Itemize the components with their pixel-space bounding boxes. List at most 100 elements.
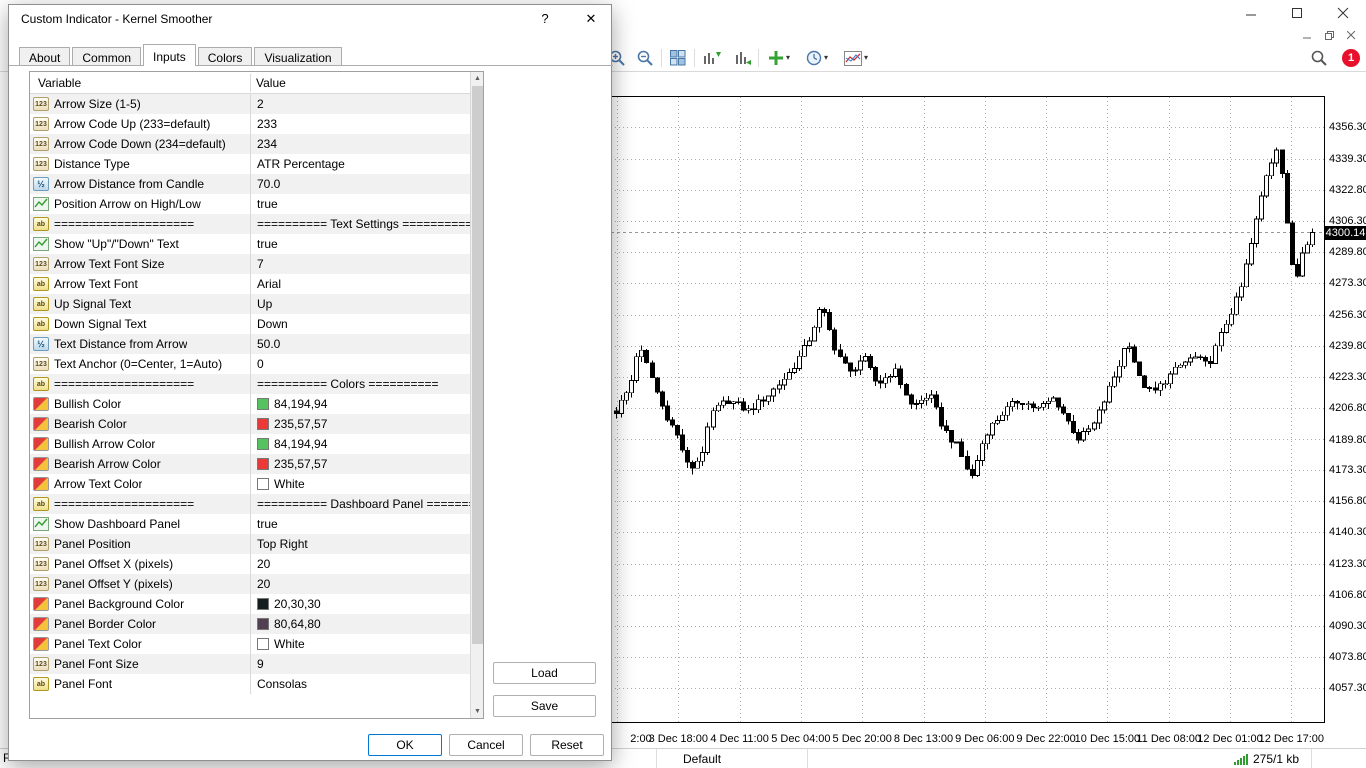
tab-inputs[interactable]: Inputs	[143, 44, 196, 66]
vertical-scrollbar[interactable]: ▲ ▼	[470, 72, 483, 718]
value-text: Top Right	[257, 537, 308, 551]
tab-about[interactable]: About	[19, 47, 71, 66]
variable-value[interactable]: Down	[250, 314, 470, 334]
variable-value[interactable]: Up	[250, 294, 470, 314]
dialog-titlebar[interactable]: Custom Indicator - Kernel Smoother	[9, 5, 611, 33]
table-row[interactable]: Show Dashboard Panel true	[30, 514, 470, 534]
table-row[interactable]: Panel Text Color White	[30, 634, 470, 654]
variable-value[interactable]: ATR Percentage	[250, 154, 470, 174]
table-row[interactable]: 123 Panel Position Top Right	[30, 534, 470, 554]
table-row[interactable]: 123 Arrow Code Up (233=default) 233	[30, 114, 470, 134]
variable-value[interactable]: Consolas	[250, 674, 470, 694]
variable-value[interactable]: 0	[250, 354, 470, 374]
variable-value[interactable]: true	[250, 194, 470, 214]
variable-name: Panel Font	[54, 677, 113, 691]
variable-value[interactable]: ========== Dashboard Panel ==========	[250, 494, 470, 514]
variable-name: ====================	[54, 497, 195, 511]
table-row[interactable]: 123 Arrow Text Font Size 7	[30, 254, 470, 274]
table-row[interactable]: 123 Text Anchor (0=Center, 1=Auto) 0	[30, 354, 470, 374]
variable-value[interactable]: true	[250, 514, 470, 534]
table-row[interactable]: ab ==================== ========== Dashboa…	[30, 494, 470, 514]
table-row[interactable]: ab Up Signal Text Up	[30, 294, 470, 314]
chart-restore-button[interactable]	[1320, 28, 1338, 43]
table-row[interactable]: Panel Border Color 80,64,80	[30, 614, 470, 634]
scroll-down-arrow-icon[interactable]: ▼	[471, 705, 483, 718]
variable-value[interactable]: ========== Colors ==========	[250, 374, 470, 394]
templates-button[interactable]: ▾	[838, 46, 874, 70]
variable-value[interactable]: 235,57,57	[250, 454, 470, 474]
scrollbar-thumb[interactable]	[472, 86, 483, 644]
table-row[interactable]: 123 Arrow Size (1-5) 2	[30, 94, 470, 114]
variable-value[interactable]: 84,194,94	[250, 434, 470, 454]
variable-value[interactable]: 9	[250, 654, 470, 674]
table-row[interactable]: ab Down Signal Text Down	[30, 314, 470, 334]
tab-colors[interactable]: Colors	[197, 47, 253, 66]
variable-value[interactable]: 20,30,30	[250, 594, 470, 614]
notification-badge[interactable]: 1	[1342, 49, 1360, 67]
minimize-button[interactable]	[1228, 0, 1274, 30]
profile-selector[interactable]: Default	[656, 749, 808, 768]
dialog-close-button[interactable]: ✕	[577, 9, 605, 29]
time-scale[interactable]: 2:00 3 Dec 18:00 4 Dec 11:00 5 Dec 04:00 5 D…	[610, 731, 1366, 748]
variable-value[interactable]: 20	[250, 574, 470, 594]
variable-value[interactable]: White	[250, 634, 470, 654]
dialog-help-button[interactable]: ?	[531, 9, 559, 29]
variable-value[interactable]: 7	[250, 254, 470, 274]
table-row[interactable]: ab Arrow Text Font Arial	[30, 274, 470, 294]
variable-value[interactable]: 20	[250, 554, 470, 574]
table-row[interactable]: ½ Text Distance from Arrow 50.0	[30, 334, 470, 354]
variable-value[interactable]: true	[250, 234, 470, 254]
table-row[interactable]: Bullish Arrow Color 84,194,94	[30, 434, 470, 454]
variable-value[interactable]: Arial	[250, 274, 470, 294]
table-row[interactable]: Arrow Text Color White	[30, 474, 470, 494]
price-scale[interactable]: 4356.30 4339.30 4322.80 4306.30 4289.80 4273.…	[1325, 88, 1366, 731]
table-row[interactable]: Show "Up"/"Down" Text true	[30, 234, 470, 254]
variable-value[interactable]: ========== Text Settings ==========	[250, 214, 470, 234]
table-row[interactable]: 123 Panel Offset Y (pixels) 20	[30, 574, 470, 594]
table-row[interactable]: Bearish Arrow Color 235,57,57	[30, 454, 470, 474]
tile-windows-button[interactable]	[665, 46, 691, 70]
table-row[interactable]: Bearish Color 235,57,57	[30, 414, 470, 434]
variable-value[interactable]: 2	[250, 94, 470, 114]
table-row[interactable]: 123 Panel Offset X (pixels) 20	[30, 554, 470, 574]
variable-value[interactable]: 70.0	[250, 174, 470, 194]
variable-value[interactable]: Top Right	[250, 534, 470, 554]
scroll-up-arrow-icon[interactable]: ▲	[471, 72, 483, 85]
load-button[interactable]: Load	[493, 662, 596, 684]
table-row[interactable]: Position Arrow on High/Low true	[30, 194, 470, 214]
price-label: 4356.30	[1329, 121, 1366, 134]
zoom-out-button[interactable]	[632, 46, 658, 70]
cancel-button[interactable]: Cancel	[449, 734, 523, 756]
variable-value[interactable]: 84,194,94	[250, 394, 470, 414]
variable-value[interactable]: 233	[250, 114, 470, 134]
ok-button[interactable]: OK	[368, 734, 442, 756]
variable-value[interactable]: 50.0	[250, 334, 470, 354]
reset-button[interactable]: Reset	[530, 734, 604, 756]
table-row[interactable]: 123 Panel Font Size 9	[30, 654, 470, 674]
save-button[interactable]: Save	[493, 695, 596, 717]
search-button[interactable]	[1306, 46, 1332, 70]
add-indicator-button[interactable]: ▾	[762, 46, 796, 70]
table-row[interactable]: Bullish Color 84,194,94	[30, 394, 470, 414]
table-row[interactable]: 123 Distance Type ATR Percentage	[30, 154, 470, 174]
maximize-button[interactable]	[1274, 0, 1320, 30]
variable-value[interactable]: 80,64,80	[250, 614, 470, 634]
chart-shift-button[interactable]	[698, 46, 726, 70]
variable-value[interactable]: White	[250, 474, 470, 494]
auto-scroll-button[interactable]	[728, 46, 756, 70]
close-button[interactable]	[1320, 0, 1366, 30]
table-row[interactable]: ab ==================== ========== Colors …	[30, 374, 470, 394]
table-row[interactable]: ab ==================== ========== Text Se…	[30, 214, 470, 234]
variable-value[interactable]: 234	[250, 134, 470, 154]
tab-visualization[interactable]: Visualization	[254, 47, 342, 66]
chart-minimize-button[interactable]	[1298, 28, 1316, 43]
table-row[interactable]: ½ Arrow Distance from Candle 70.0	[30, 174, 470, 194]
table-row[interactable]: ab Panel Font Consolas	[30, 674, 470, 694]
candlestick-chart[interactable]	[610, 96, 1325, 723]
timeframes-button[interactable]: ▾	[800, 46, 834, 70]
variable-value[interactable]: 235,57,57	[250, 414, 470, 434]
tab-common[interactable]: Common	[72, 47, 142, 66]
table-row[interactable]: 123 Arrow Code Down (234=default) 234	[30, 134, 470, 154]
table-row[interactable]: Panel Background Color 20,30,30	[30, 594, 470, 614]
chart-close-button[interactable]	[1342, 28, 1360, 43]
